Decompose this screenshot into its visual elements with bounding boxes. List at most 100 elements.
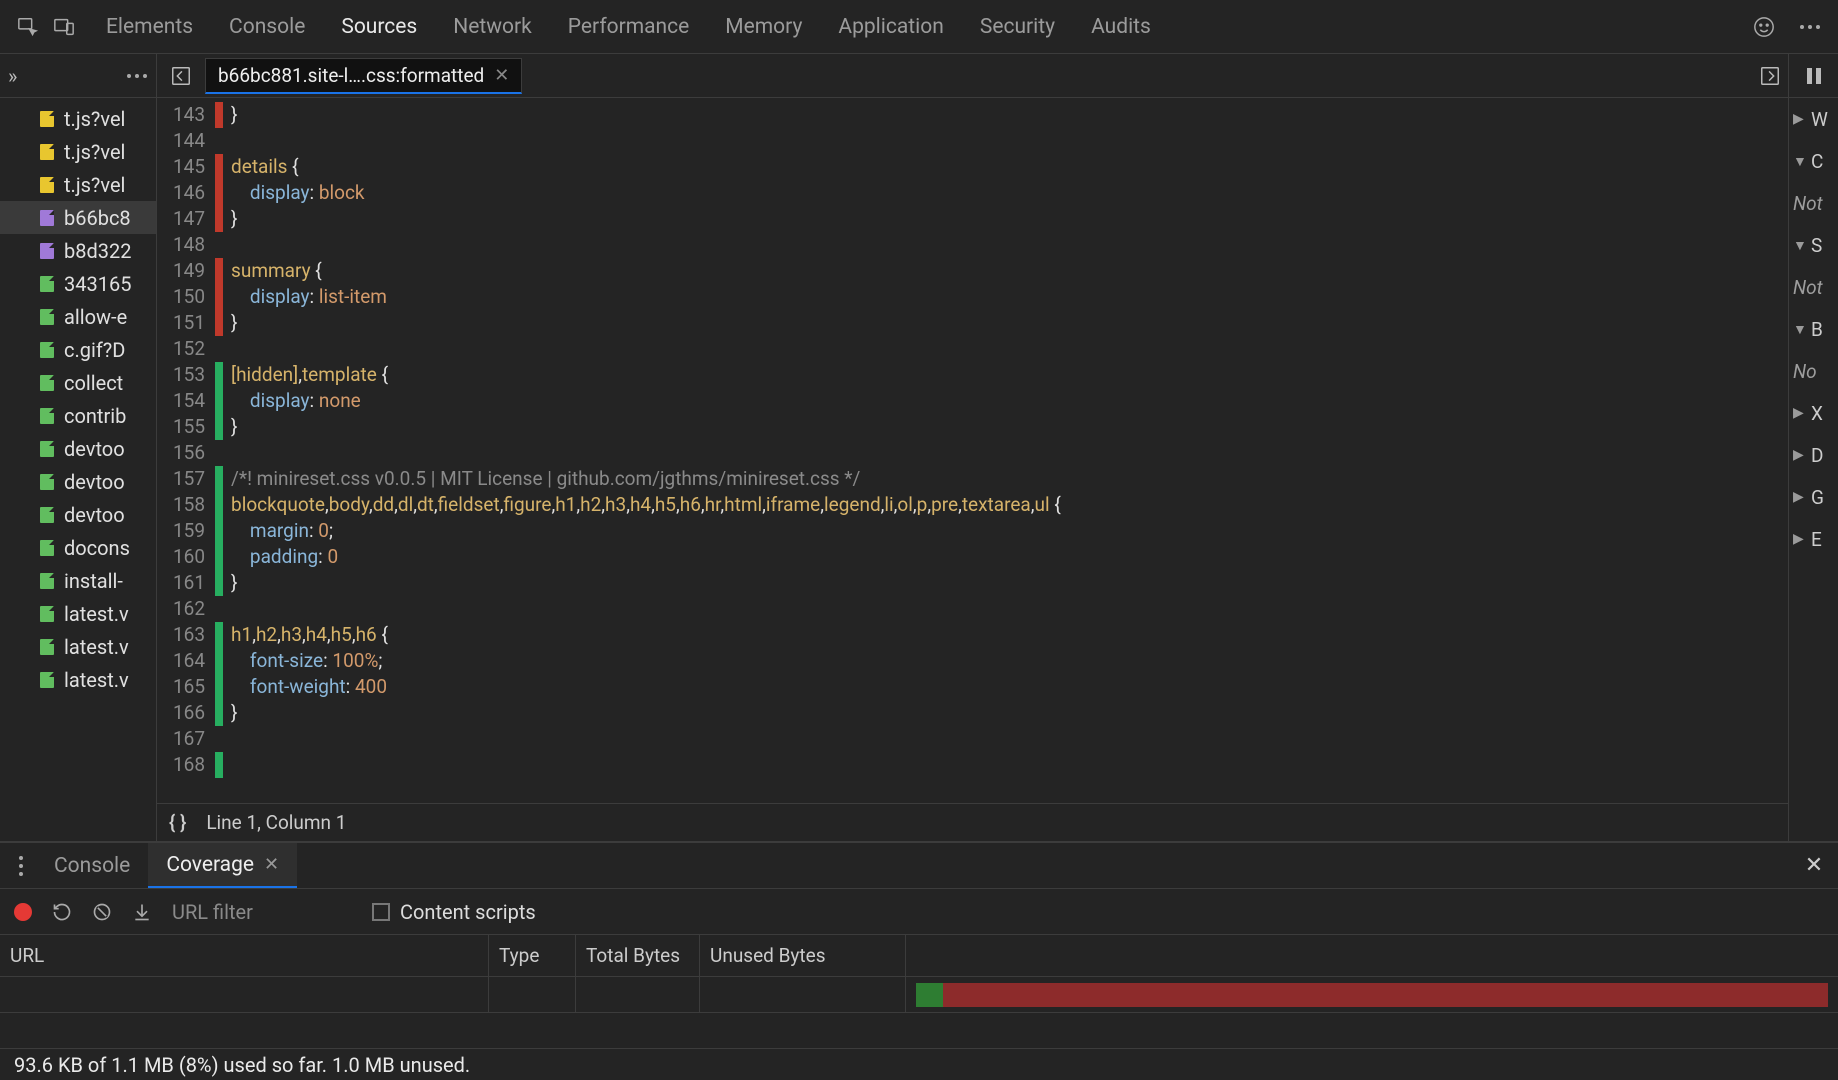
drawer-tab-console[interactable]: Console bbox=[36, 843, 148, 888]
line-number[interactable]: 149 bbox=[173, 258, 205, 284]
tab-elements[interactable]: Elements bbox=[88, 0, 211, 53]
line-number[interactable]: 165 bbox=[173, 674, 205, 700]
file-item[interactable]: latest.v bbox=[0, 630, 156, 663]
line-number[interactable]: 167 bbox=[173, 726, 205, 752]
drawer-tab-coverage[interactable]: Coverage✕ bbox=[148, 843, 297, 888]
coverage-column-header[interactable]: Type bbox=[489, 935, 576, 976]
tab-sources[interactable]: Sources bbox=[323, 0, 435, 53]
editor-tab[interactable]: b66bc881.site-l….css:formatted ✕ bbox=[205, 58, 522, 94]
more-options-icon[interactable] bbox=[1792, 9, 1828, 45]
line-number[interactable]: 160 bbox=[173, 544, 205, 570]
code-line: details { bbox=[231, 154, 1788, 180]
coverage-column-header[interactable]: URL bbox=[0, 935, 489, 976]
file-label: latest.v bbox=[64, 635, 129, 659]
code-line: display: none bbox=[231, 388, 1788, 414]
coverage-column-header[interactable]: Total Bytes bbox=[576, 935, 700, 976]
line-number[interactable]: 152 bbox=[173, 336, 205, 362]
file-item[interactable]: docons bbox=[0, 531, 156, 564]
file-item[interactable]: collect bbox=[0, 366, 156, 399]
line-number[interactable]: 145 bbox=[173, 154, 205, 180]
file-item[interactable]: b8d322 bbox=[0, 234, 156, 267]
file-item[interactable]: t.js?vel bbox=[0, 102, 156, 135]
pretty-print-button[interactable]: { } bbox=[169, 811, 186, 834]
file-item[interactable]: latest.v bbox=[0, 597, 156, 630]
export-icon[interactable] bbox=[132, 902, 152, 922]
coverage-marker bbox=[215, 206, 223, 232]
debugger-section[interactable]: ▼S bbox=[1789, 224, 1838, 266]
line-number[interactable]: 148 bbox=[173, 232, 205, 258]
close-icon[interactable]: ✕ bbox=[494, 65, 509, 86]
line-number[interactable]: 146 bbox=[173, 180, 205, 206]
tab-network[interactable]: Network bbox=[435, 0, 550, 53]
line-number[interactable]: 153 bbox=[173, 362, 205, 388]
code-line: display: list-item bbox=[231, 284, 1788, 310]
tab-security[interactable]: Security bbox=[962, 0, 1073, 53]
file-item[interactable]: latest.v bbox=[0, 663, 156, 696]
toggle-debugger-icon[interactable] bbox=[1752, 58, 1788, 94]
line-number[interactable]: 166 bbox=[173, 700, 205, 726]
file-item[interactable]: 343165 bbox=[0, 267, 156, 300]
file-item[interactable]: c.gif?D bbox=[0, 333, 156, 366]
reload-icon[interactable] bbox=[52, 902, 72, 922]
close-icon[interactable]: ✕ bbox=[264, 854, 279, 875]
file-item[interactable]: devtoo bbox=[0, 432, 156, 465]
line-number[interactable]: 147 bbox=[173, 206, 205, 232]
tab-memory[interactable]: Memory bbox=[707, 0, 820, 53]
close-drawer-icon[interactable]: ✕ bbox=[1796, 848, 1832, 884]
tab-performance[interactable]: Performance bbox=[550, 0, 707, 53]
navigator-expand-icon[interactable]: » bbox=[8, 64, 17, 88]
clear-icon[interactable] bbox=[92, 902, 112, 922]
file-item[interactable]: install- bbox=[0, 564, 156, 597]
debugger-section[interactable]: ▶W bbox=[1789, 98, 1838, 140]
disclosure-triangle-icon: ▼ bbox=[1793, 153, 1807, 170]
tab-audits[interactable]: Audits bbox=[1073, 0, 1169, 53]
line-number[interactable]: 156 bbox=[173, 440, 205, 466]
line-number[interactable]: 144 bbox=[173, 128, 205, 154]
line-number[interactable]: 157 bbox=[173, 466, 205, 492]
file-item[interactable]: t.js?vel bbox=[0, 168, 156, 201]
coverage-row[interactable] bbox=[0, 977, 1838, 1013]
toggle-navigator-icon[interactable] bbox=[163, 58, 199, 94]
file-icon bbox=[40, 672, 54, 688]
record-button[interactable] bbox=[14, 903, 32, 921]
tab-application[interactable]: Application bbox=[820, 0, 961, 53]
debugger-section[interactable]: ▶D bbox=[1789, 434, 1838, 476]
code-editor[interactable]: 1431441451461471481491501511521531541551… bbox=[157, 98, 1788, 803]
line-number[interactable]: 155 bbox=[173, 414, 205, 440]
debugger-section[interactable]: ▼B bbox=[1789, 308, 1838, 350]
line-number[interactable]: 159 bbox=[173, 518, 205, 544]
debugger-section[interactable]: ▶X bbox=[1789, 392, 1838, 434]
line-number[interactable]: 164 bbox=[173, 648, 205, 674]
inspect-element-icon[interactable] bbox=[10, 9, 46, 45]
debugger-section[interactable]: ▶E bbox=[1789, 518, 1838, 560]
coverage-column-header[interactable]: Unused Bytes bbox=[700, 935, 906, 976]
file-item[interactable]: contrib bbox=[0, 399, 156, 432]
content-scripts-checkbox[interactable]: Content scripts bbox=[372, 900, 536, 924]
line-number[interactable]: 163 bbox=[173, 622, 205, 648]
feedback-smiley-icon[interactable] bbox=[1746, 9, 1782, 45]
drawer-more-icon[interactable] bbox=[6, 855, 36, 877]
line-number[interactable]: 161 bbox=[173, 570, 205, 596]
device-toolbar-icon[interactable] bbox=[46, 9, 82, 45]
tab-console[interactable]: Console bbox=[211, 0, 323, 53]
file-item[interactable]: allow-e bbox=[0, 300, 156, 333]
line-number[interactable]: 154 bbox=[173, 388, 205, 414]
disclosure-triangle-icon: ▶ bbox=[1793, 531, 1807, 547]
file-item[interactable]: devtoo bbox=[0, 465, 156, 498]
line-number[interactable]: 143 bbox=[173, 102, 205, 128]
file-label: docons bbox=[64, 536, 130, 560]
url-filter-input[interactable] bbox=[172, 900, 352, 924]
pause-script-button[interactable] bbox=[1806, 67, 1822, 85]
line-number[interactable]: 150 bbox=[173, 284, 205, 310]
coverage-marker bbox=[215, 102, 223, 128]
line-number[interactable]: 162 bbox=[173, 596, 205, 622]
navigator-more-icon[interactable] bbox=[126, 73, 148, 79]
line-number[interactable]: 151 bbox=[173, 310, 205, 336]
file-item[interactable]: b66bc8 bbox=[0, 201, 156, 234]
line-number[interactable]: 158 bbox=[173, 492, 205, 518]
file-item[interactable]: devtoo bbox=[0, 498, 156, 531]
line-number[interactable]: 168 bbox=[173, 752, 205, 778]
file-item[interactable]: t.js?vel bbox=[0, 135, 156, 168]
debugger-section[interactable]: ▼C bbox=[1789, 140, 1838, 182]
debugger-section[interactable]: ▶G bbox=[1789, 476, 1838, 518]
